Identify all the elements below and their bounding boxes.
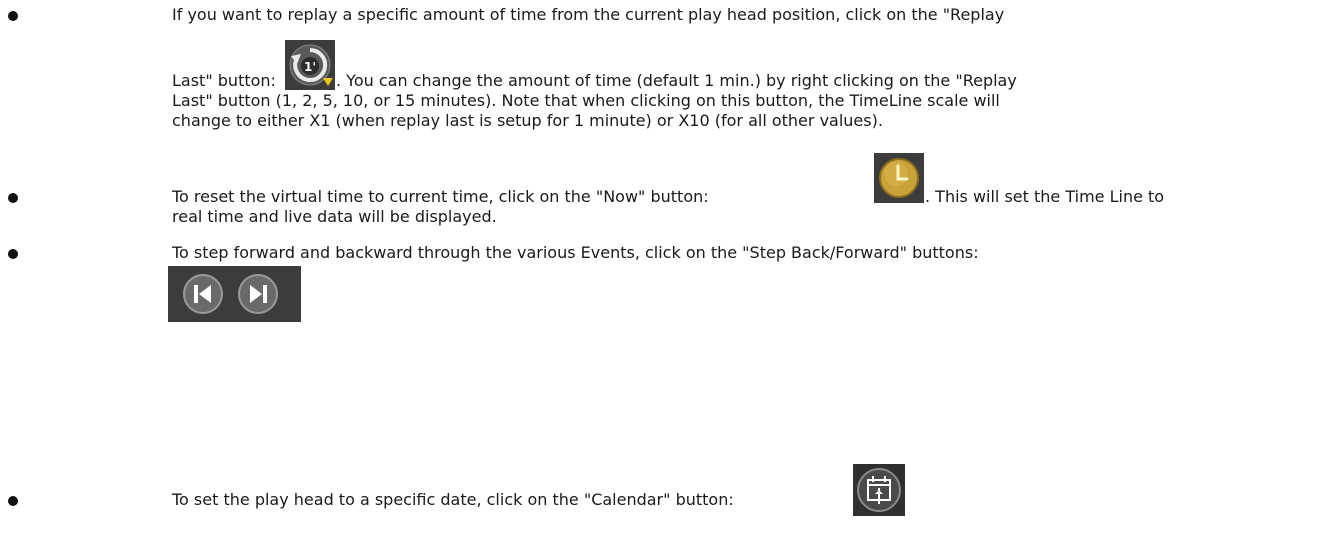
replay-line-2-start: Last" button: bbox=[172, 71, 276, 90]
step-buttons-group bbox=[168, 266, 301, 322]
bullet-dot bbox=[8, 249, 18, 259]
clock-icon bbox=[874, 153, 924, 203]
replay-last-icon-label: 1' bbox=[304, 60, 316, 74]
bullet-dot bbox=[8, 496, 18, 506]
replay-line-3: Last" button (1, 2, 5, 10, or 15 minutes… bbox=[172, 91, 1000, 110]
bullet-dot bbox=[8, 193, 18, 203]
calendar-line-1: To set the play head to a specific date,… bbox=[172, 490, 734, 509]
replay-line-1: If you want to replay a specific amount … bbox=[172, 5, 1005, 24]
step-back-icon bbox=[183, 274, 223, 314]
bullet-dot bbox=[8, 11, 18, 21]
now-line-2: real time and live data will be displaye… bbox=[172, 207, 497, 226]
step-forward-icon bbox=[238, 274, 278, 314]
replay-last-icon: 1' bbox=[285, 40, 335, 90]
replay-line-2-end: . You can change the amount of time (def… bbox=[336, 71, 1017, 90]
calendar-icon bbox=[853, 464, 905, 516]
step-line-1: To step forward and backward through the… bbox=[172, 243, 979, 262]
now-line-1-start: To reset the virtual time to current tim… bbox=[172, 187, 709, 206]
replay-line-4: change to either X1 (when replay last is… bbox=[172, 111, 883, 130]
now-line-1-end: . This will set the Time Line to bbox=[925, 187, 1165, 206]
